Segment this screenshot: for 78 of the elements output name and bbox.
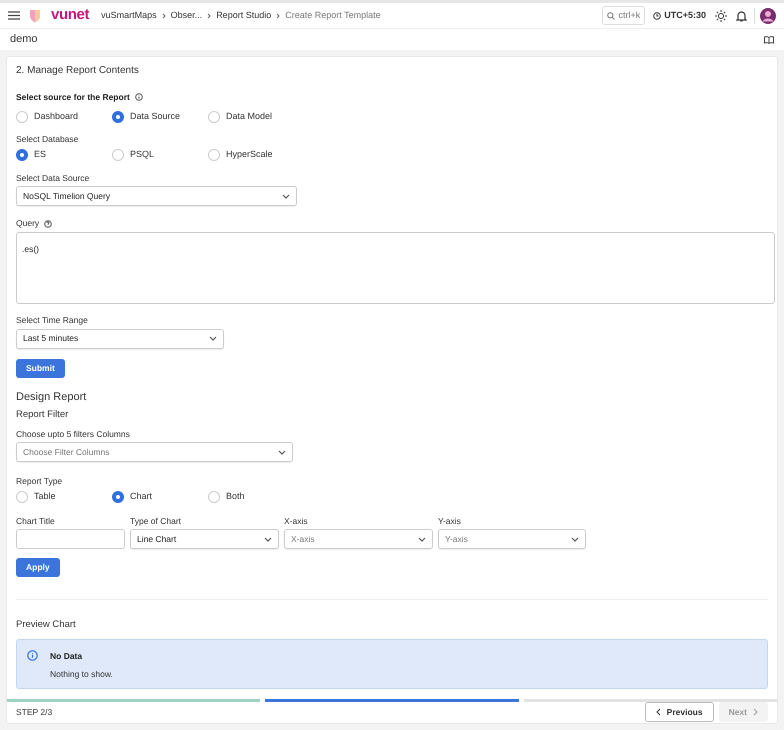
dropdown[interactable]: NoSQL Timelion Query [16, 186, 297, 206]
search-icon [607, 12, 616, 20]
breadcrumb-link[interactable]: Report Studio [216, 8, 272, 22]
alert-title: No Data [50, 650, 84, 662]
book-icon[interactable] [764, 36, 774, 44]
dropdown-value: Last 5 minutes [23, 332, 78, 346]
field-label: Query [16, 217, 40, 230]
chevron-left-icon [656, 708, 661, 716]
section-heading: Design Report [16, 390, 88, 405]
field-label: Report Type [16, 475, 64, 488]
radio-button[interactable] [112, 110, 124, 122]
preview-title: Preview Chart [16, 618, 77, 632]
clock-icon [653, 12, 662, 20]
page-title: demo [10, 32, 38, 48]
query-text: .es() [22, 244, 39, 254]
field-label: Select source for the Report [16, 91, 130, 104]
field-label: Chart Title [16, 514, 56, 528]
dropdown-value: Y-axis [445, 532, 468, 546]
step-indicator: STEP 2/3 [16, 706, 52, 719]
field-label: Choose upto 5 filters Columns [16, 428, 131, 440]
radio-label: Table [34, 490, 57, 503]
radio-label: PSQL [130, 148, 156, 161]
dropdown-value: NoSQL Timelion Query [23, 190, 110, 203]
text-field[interactable] [16, 529, 125, 550]
radio-label: Dashboard [34, 110, 80, 123]
dropdown[interactable]: X-axis [284, 529, 433, 550]
field-label: X-axis [284, 514, 309, 528]
dropdown-value: Line Chart [137, 532, 176, 546]
dropdown[interactable]: Choose Filter Columns [16, 442, 293, 462]
chevron-right-icon [162, 12, 166, 18]
radio-label: ES [34, 148, 48, 161]
chevron-down-icon [209, 336, 217, 342]
dropdown[interactable]: Line Chart [130, 529, 279, 550]
dropdown[interactable]: Last 5 minutes [16, 328, 224, 349]
avatar-icon[interactable] [760, 8, 776, 24]
section-subheading: Report Filter [16, 408, 70, 422]
chevron-down-icon [282, 194, 290, 199]
dropdown-value: Choose Filter Columns [23, 446, 110, 459]
radio-button[interactable] [112, 490, 124, 503]
help-icon [44, 220, 52, 228]
chevron-down-icon [264, 536, 272, 542]
shield-logo-icon [29, 8, 41, 22]
search-placeholder: ctrl+k [618, 8, 640, 22]
previous-button[interactable]: Previous [644, 702, 714, 722]
alert-message: Nothing to show. [50, 668, 113, 681]
breadcrumb-link[interactable]: Obser... [170, 8, 202, 22]
chevron-down-icon [571, 536, 579, 542]
dropdown-value: X-axis [291, 532, 315, 546]
apply-button[interactable]: Apply [16, 558, 60, 578]
radio-label: HyperScale [226, 148, 274, 161]
radio-label: Both [226, 490, 246, 503]
section-title: 2. Manage Report Contents [16, 64, 140, 78]
submit-button[interactable]: Submit [16, 358, 65, 378]
field-label: Select Data Source [16, 172, 90, 184]
field-label: Type of Chart [130, 514, 182, 528]
chevron-right-icon [207, 12, 212, 18]
timezone-label[interactable]: UTC+5:30 [664, 8, 706, 22]
radio-button[interactable] [16, 148, 28, 161]
menu-icon[interactable] [8, 11, 20, 20]
info-icon [134, 93, 143, 102]
radio-label: Data Model [226, 110, 274, 123]
brand-logo: vunet [51, 5, 90, 26]
dropdown[interactable]: Y-axis [438, 529, 586, 550]
breadcrumb-link[interactable]: vuSmartMaps [101, 8, 157, 22]
query-editor[interactable]: .es() [16, 232, 775, 304]
field-label: Select Database [16, 133, 80, 146]
sun-icon[interactable] [715, 10, 727, 22]
chevron-down-icon [278, 450, 286, 455]
radio-label: Data Source [130, 110, 182, 123]
field-label: Select Time Range [16, 314, 89, 327]
radio-label: Chart [130, 490, 154, 503]
search-field[interactable]: ctrl+k [602, 6, 646, 25]
field-label: Y-axis [438, 514, 462, 528]
info-icon [27, 650, 38, 660]
chevron-down-icon [418, 536, 426, 542]
chevron-right-icon [276, 12, 280, 18]
chevron-right-icon [753, 708, 758, 716]
bell-icon[interactable] [736, 10, 747, 22]
